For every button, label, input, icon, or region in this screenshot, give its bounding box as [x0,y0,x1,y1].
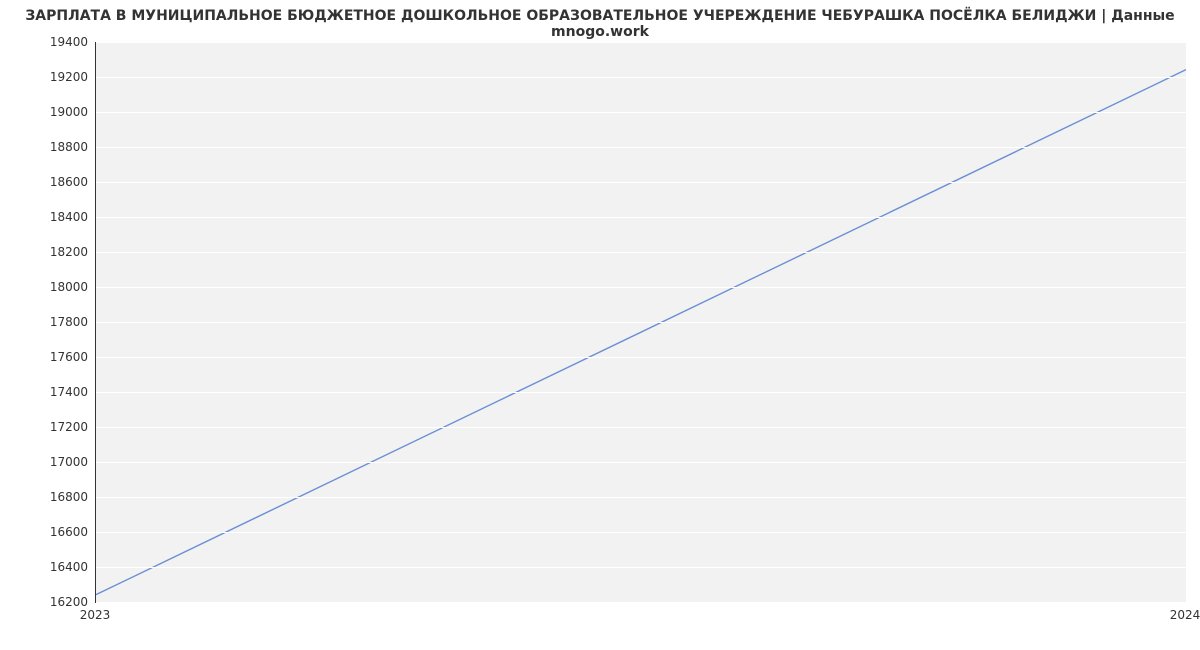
y-tick-label: 18200 [28,245,88,259]
y-tick-label: 16800 [28,490,88,504]
gridline [96,567,1186,568]
gridline [96,497,1186,498]
y-tick-label: 18400 [28,210,88,224]
y-tick-label: 16400 [28,560,88,574]
chart-title: ЗАРПЛАТА В МУНИЦИПАЛЬНОЕ БЮДЖЕТНОЕ ДОШКО… [0,8,1200,40]
y-tick-label: 18000 [28,280,88,294]
gridline [96,427,1186,428]
y-tick-label: 18600 [28,175,88,189]
y-tick-label: 19200 [28,70,88,84]
y-tick-label: 17000 [28,455,88,469]
y-tick-label: 19400 [28,35,88,49]
plot-area [95,42,1186,603]
gridline [96,112,1186,113]
y-tick-label: 16600 [28,525,88,539]
gridline [96,357,1186,358]
y-tick-label: 19000 [28,105,88,119]
gridline [96,602,1186,603]
gridline [96,462,1186,463]
gridline [96,287,1186,288]
gridline [96,252,1186,253]
chart-container: ЗАРПЛАТА В МУНИЦИПАЛЬНОЕ БЮДЖЕТНОЕ ДОШКО… [0,0,1200,650]
gridline [96,77,1186,78]
y-tick-label: 17400 [28,385,88,399]
y-tick-label: 18800 [28,140,88,154]
gridline [96,532,1186,533]
y-tick-label: 16200 [28,595,88,609]
y-tick-label: 17800 [28,315,88,329]
x-tick-label: 2023 [80,608,111,622]
gridline [96,217,1186,218]
x-tick-label: 2024 [1170,608,1200,622]
y-tick-label: 17600 [28,350,88,364]
gridline [96,147,1186,148]
gridline [96,392,1186,393]
gridline [96,42,1186,43]
gridline [96,322,1186,323]
gridline [96,182,1186,183]
y-tick-label: 17200 [28,420,88,434]
